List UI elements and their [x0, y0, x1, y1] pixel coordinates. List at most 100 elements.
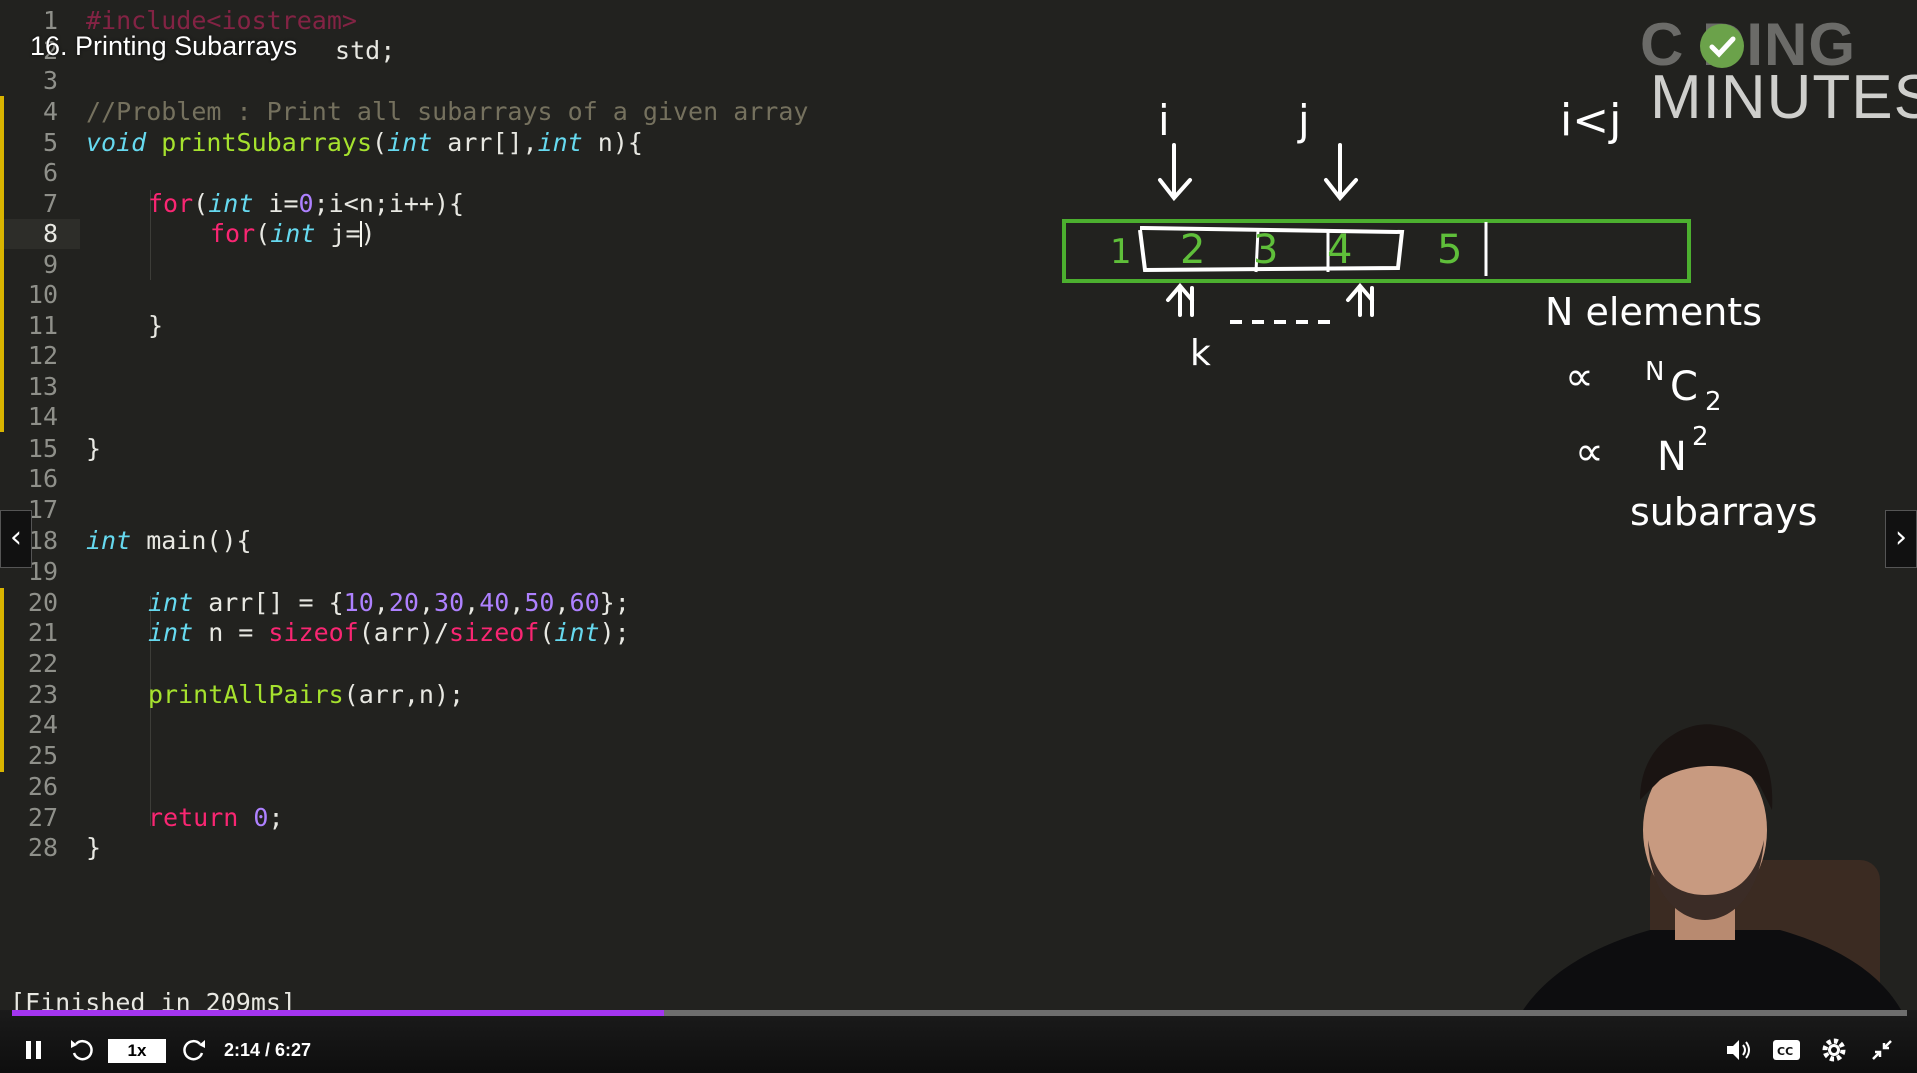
code-token: int [270, 219, 316, 248]
line-number: 26 [27, 772, 58, 801]
code-token: for [210, 219, 256, 248]
proportional-icon: ∝ [1575, 429, 1604, 475]
code-line-21: int n = sizeof(arr)/sizeof(int); [148, 618, 630, 648]
code-line-7: for(int i=0;i<n;i++){ [148, 189, 464, 219]
code-token: arr[] = { [193, 588, 344, 617]
code-token: ( [539, 618, 555, 647]
next-lecture-button[interactable]: › [1885, 510, 1917, 568]
array-cell: 4 [1327, 227, 1352, 273]
pause-button[interactable] [24, 1038, 44, 1062]
whiteboard-sketch: i j i<j 1 2 3 4 5 k N elements ∝ N C 2 ∝… [1062, 100, 1817, 534]
exit-fullscreen-icon [1872, 1040, 1892, 1060]
code-token: arr[], [432, 128, 538, 157]
line-number: 23 [27, 680, 58, 709]
note-n-squared-sup: 2 [1692, 422, 1709, 452]
code-token: , [554, 588, 570, 617]
line-number: 27 [27, 803, 58, 832]
code-token: 0 [253, 803, 269, 832]
arrow-down-icon [1324, 143, 1358, 202]
code-line-20: int arr[] = {10,20,30,40,50,60}; [148, 588, 630, 618]
code-token: ) [360, 219, 376, 248]
code-token: n = [193, 618, 269, 647]
modified-mark [0, 96, 4, 432]
playback-speed-button[interactable]: 1x [108, 1039, 166, 1063]
line-number: 16 [27, 464, 58, 493]
code-token: int [537, 128, 583, 157]
condition-text: i<j [1560, 100, 1621, 146]
code-line-27: return 0; [148, 803, 284, 833]
exit-fullscreen-button[interactable] [1870, 1038, 1894, 1062]
code-line-4: //Problem : Print all subarrays of a giv… [86, 97, 808, 127]
volume-button[interactable] [1724, 1036, 1754, 1064]
forward-button[interactable] [180, 1036, 208, 1064]
line-number: 3 [42, 66, 58, 95]
code-token: }; [599, 588, 630, 617]
code-token: 60 [569, 588, 600, 617]
chevron-right-icon: › [1895, 520, 1907, 555]
code-line-28: } [86, 833, 101, 863]
code-token: int [86, 526, 132, 555]
array-cell: 5 [1437, 227, 1462, 273]
arrow-up-icon [1166, 282, 1194, 317]
code-line-11: } [148, 311, 163, 341]
proportional-icon: ∝ [1565, 354, 1594, 400]
code-token: ;i<n;i++){ [313, 189, 465, 218]
array-cell: 1 [1110, 232, 1132, 272]
label-k: k [1190, 333, 1211, 374]
svg-text:CC: CC [1777, 1045, 1793, 1058]
line-number: 12 [27, 341, 58, 370]
line-number: 4 [42, 97, 58, 126]
code-token: n){ [582, 128, 643, 157]
note-nc2-sub: 2 [1705, 387, 1722, 417]
code-line-18: int main(){ [86, 526, 252, 556]
chevron-left-icon: ‹ [10, 520, 22, 555]
code-token: 20 [388, 588, 419, 617]
line-number: 28 [27, 833, 58, 862]
line-number: 25 [27, 741, 58, 770]
pause-icon [26, 1041, 41, 1059]
rewind-icon [71, 1039, 93, 1061]
code-token: 40 [479, 588, 510, 617]
code-token: (arr,n); [343, 680, 465, 709]
lecture-title: 16. Printing Subarrays [30, 31, 298, 61]
rewind-button[interactable] [68, 1036, 96, 1064]
previous-lecture-button[interactable]: ‹ [0, 510, 32, 568]
captions-button[interactable]: CC [1772, 1038, 1802, 1062]
code-comment: //Problem : Print all subarrays of a giv… [86, 97, 809, 126]
time-display: 2:14 / 6:27 [224, 1040, 312, 1060]
code-token: printAllPairs [148, 680, 344, 709]
code-token: } [86, 434, 102, 463]
line-number: 21 [27, 618, 58, 647]
video-frame: 1 2 3 4 5 6 7 8 9 10 11 12 13 14 15 16 17 18 19 20 21 22 23 24 2… [0, 0, 1917, 1073]
line-number: 11 [27, 311, 58, 340]
label-i: i [1158, 100, 1170, 145]
line-number: 24 [27, 710, 58, 739]
settings-button[interactable] [1820, 1036, 1848, 1064]
code-token: , [373, 588, 389, 617]
code-token: , [464, 588, 480, 617]
code-token: , [509, 588, 525, 617]
code-token: ; [268, 803, 284, 832]
note-nc2-c: C [1670, 364, 1698, 410]
code-token: int [554, 618, 600, 647]
code-token: int [208, 189, 254, 218]
code-line-23: printAllPairs(arr,n); [148, 680, 464, 710]
volume-icon [1727, 1040, 1750, 1060]
code-token: printSubarrays [161, 128, 372, 157]
code-token: ( [193, 189, 209, 218]
line-number: 7 [42, 189, 58, 218]
code-token: i= [253, 189, 299, 218]
progress-track[interactable] [12, 1010, 1907, 1016]
code-line-8: for(int j=) [210, 219, 376, 249]
note-nc2-n: N [1645, 357, 1664, 387]
code-token: 10 [343, 588, 374, 617]
code-token: int [148, 618, 194, 647]
code-line-5: void printSubarrays(int arr[],int n){ [86, 128, 643, 158]
code-token: } [86, 833, 102, 862]
code-token: return [148, 803, 239, 832]
code-token: 0 [298, 189, 314, 218]
code-token: main(){ [131, 526, 252, 555]
code-token: ( [255, 219, 271, 248]
line-number: 20 [27, 588, 58, 617]
